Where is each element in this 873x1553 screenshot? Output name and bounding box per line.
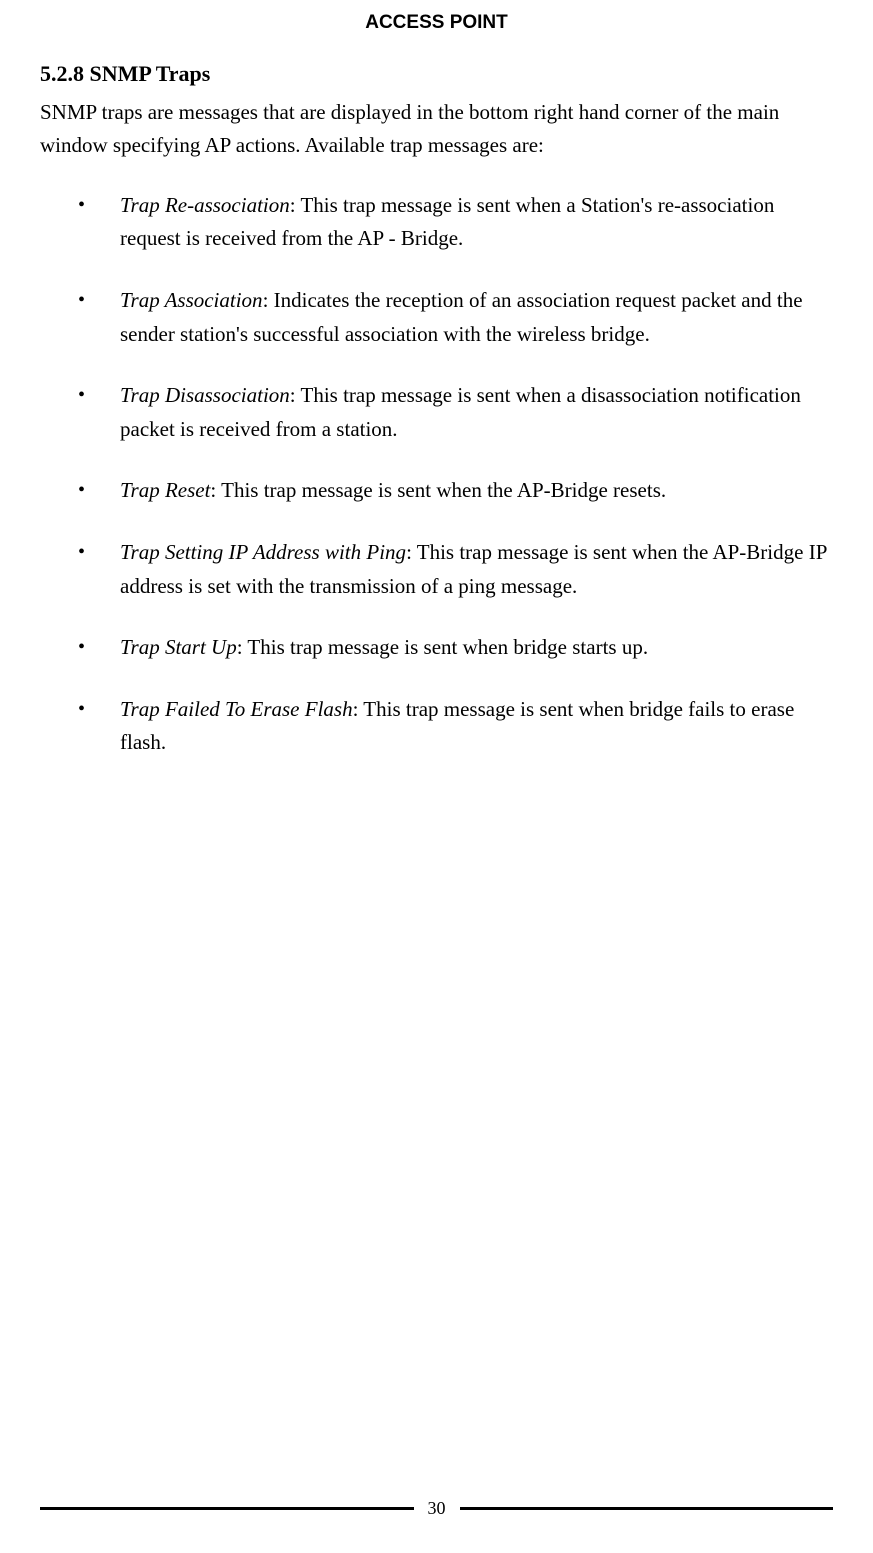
page-header: ACCESS POINT (40, 0, 833, 56)
list-item: Trap Setting IP Address with Ping: This … (78, 536, 833, 603)
trap-desc: : This trap message is sent when the AP-… (210, 478, 666, 502)
intro-paragraph: SNMP traps are messages that are display… (40, 96, 833, 163)
list-item: Trap Association: Indicates the receptio… (78, 284, 833, 351)
list-item: Trap Reset: This trap message is sent wh… (78, 474, 833, 508)
footer-line-right (460, 1507, 834, 1510)
list-item: Trap Start Up: This trap message is sent… (78, 631, 833, 665)
trap-term: Trap Failed To Erase Flash (120, 697, 353, 721)
trap-term: Trap Re-association (120, 193, 290, 217)
trap-term: Trap Disassociation (120, 383, 290, 407)
trap-term: Trap Association (120, 288, 263, 312)
list-item: Trap Re-association: This trap message i… (78, 189, 833, 256)
list-item: Trap Disassociation: This trap message i… (78, 379, 833, 446)
page-footer: 30 (0, 1494, 873, 1523)
trap-term: Trap Setting IP Address with Ping (120, 540, 406, 564)
section-title: SNMP Traps (90, 61, 211, 86)
list-item: Trap Failed To Erase Flash: This trap me… (78, 693, 833, 760)
page-number: 30 (428, 1494, 446, 1523)
section-number: 5.2.8 (40, 61, 84, 86)
section-heading: 5.2.8 SNMP Traps (40, 56, 833, 91)
trap-list: Trap Re-association : This trap message i… (40, 189, 833, 760)
trap-term: Trap Start Up (120, 635, 237, 659)
trap-term: Trap Reset (120, 478, 210, 502)
trap-desc: : This trap message is sent when bridge … (237, 635, 648, 659)
footer-line-left (40, 1507, 414, 1510)
